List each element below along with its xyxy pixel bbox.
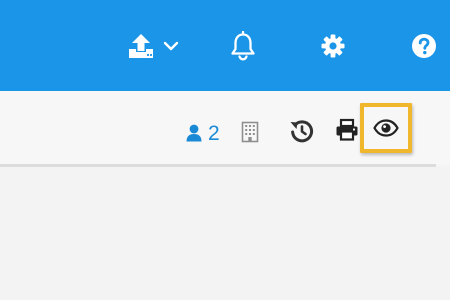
top-bar bbox=[0, 0, 450, 91]
help-icon bbox=[412, 34, 436, 58]
upload-icon bbox=[129, 34, 153, 58]
user-icon bbox=[186, 124, 202, 142]
help-button[interactable] bbox=[409, 31, 439, 61]
history-button[interactable] bbox=[286, 116, 318, 146]
upload-menu-button[interactable] bbox=[124, 30, 182, 62]
settings-button[interactable] bbox=[317, 31, 349, 61]
print-icon bbox=[336, 118, 358, 141]
content-area bbox=[0, 167, 450, 300]
preview-button[interactable] bbox=[360, 103, 412, 153]
gear-icon bbox=[321, 34, 345, 58]
building-icon bbox=[241, 121, 259, 143]
bell-icon bbox=[231, 31, 255, 61]
members-count: 2 bbox=[208, 121, 220, 145]
notifications-button[interactable] bbox=[226, 30, 260, 62]
eye-icon bbox=[373, 119, 399, 137]
print-button[interactable] bbox=[333, 116, 361, 144]
chevron-down-icon bbox=[163, 41, 179, 51]
members-button[interactable]: 2 bbox=[186, 118, 220, 148]
history-icon bbox=[290, 120, 314, 143]
organization-button[interactable] bbox=[238, 119, 262, 145]
